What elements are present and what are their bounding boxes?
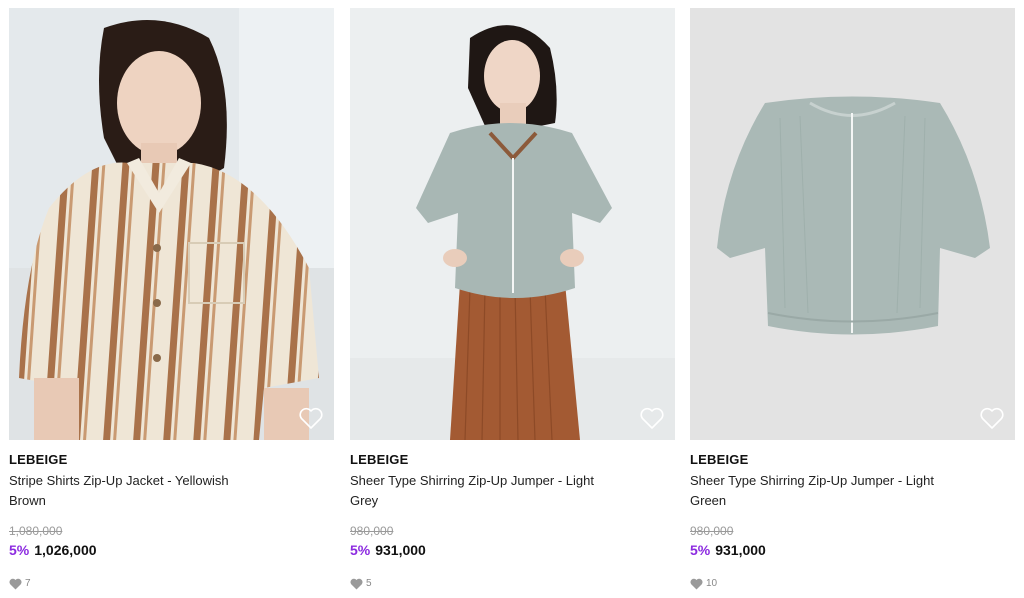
product-photo-sheer-jumper-green (690, 8, 1015, 440)
product-photo-sheer-jumper-grey (350, 8, 675, 440)
heart-filled-icon (350, 578, 363, 589)
original-price: 1,080,000 (9, 524, 63, 538)
product-card[interactable]: LEBEIGE Sheer Type Shirring Zip-Up Jumpe… (690, 8, 1015, 590)
brand-name[interactable]: LEBEIGE (690, 451, 1015, 468)
like-count[interactable]: 5 (350, 577, 675, 590)
brand-name[interactable]: LEBEIGE (9, 451, 334, 468)
product-info: LEBEIGE Sheer Type Shirring Zip-Up Jumpe… (690, 440, 1015, 590)
brand-name[interactable]: LEBEIGE (350, 451, 675, 468)
heart-filled-icon (690, 578, 703, 589)
sale-price: 931,000 (715, 542, 766, 558)
wishlist-heart-icon[interactable] (639, 406, 665, 430)
discount-rate: 5% (690, 542, 711, 558)
original-price: 980,000 (350, 524, 394, 538)
original-price: 980,000 (690, 524, 734, 538)
wishlist-heart-icon[interactable] (979, 406, 1005, 430)
product-image[interactable] (690, 8, 1015, 440)
discount-rate: 5% (350, 542, 371, 558)
like-count[interactable]: 7 (9, 577, 334, 590)
sale-price-row: 5% 931,000 (350, 541, 675, 560)
product-name[interactable]: Sheer Type Shirring Zip-Up Jumper - Ligh… (350, 471, 610, 510)
product-image[interactable] (9, 8, 334, 440)
like-count[interactable]: 10 (690, 577, 1015, 590)
sale-price-row: 5% 1,026,000 (9, 541, 334, 560)
product-info: LEBEIGE Sheer Type Shirring Zip-Up Jumpe… (350, 440, 675, 590)
product-grid: LEBEIGE Stripe Shirts Zip-Up Jacket - Ye… (0, 0, 1024, 598)
like-count-value: 7 (25, 578, 31, 589)
product-info: LEBEIGE Stripe Shirts Zip-Up Jacket - Ye… (9, 440, 334, 590)
sale-price: 931,000 (375, 542, 426, 558)
sale-price-row: 5% 931,000 (690, 541, 1015, 560)
product-name[interactable]: Sheer Type Shirring Zip-Up Jumper - Ligh… (690, 471, 950, 510)
like-count-value: 5 (366, 578, 372, 589)
product-image[interactable] (350, 8, 675, 440)
product-name[interactable]: Stripe Shirts Zip-Up Jacket - Yellowish … (9, 471, 269, 510)
heart-filled-icon (9, 578, 22, 589)
product-card[interactable]: LEBEIGE Stripe Shirts Zip-Up Jacket - Ye… (9, 8, 334, 590)
product-card[interactable]: LEBEIGE Sheer Type Shirring Zip-Up Jumpe… (350, 8, 675, 590)
wishlist-heart-icon[interactable] (298, 406, 324, 430)
like-count-value: 10 (706, 578, 718, 589)
discount-rate: 5% (9, 542, 30, 558)
sale-price: 1,026,000 (34, 542, 97, 558)
product-photo-stripe-jacket (9, 8, 334, 440)
